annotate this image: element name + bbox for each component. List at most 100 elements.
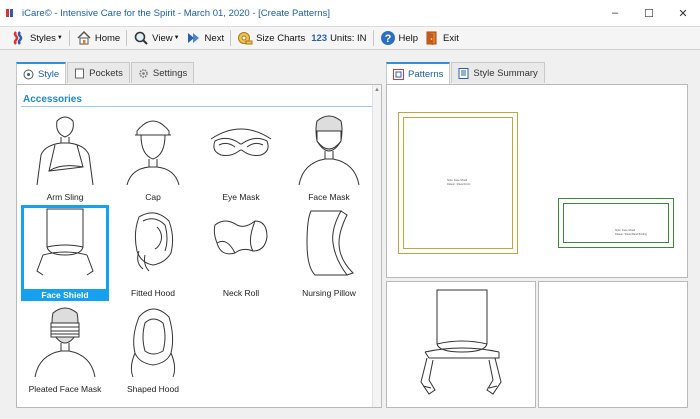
style-item-nursing-pillow[interactable]: Nursing Pillow	[285, 205, 373, 301]
style-item-label: Eye Mask	[222, 192, 260, 202]
exit-label: Exit	[443, 32, 459, 44]
arm-sling-icon	[36, 116, 94, 185]
style-preview-panel	[386, 281, 536, 408]
style-item-label: Fitted Hood	[131, 288, 175, 298]
pattern-piece-note: Style: Face Shield	[615, 229, 636, 232]
minimize-button[interactable]: –	[598, 0, 632, 26]
toolbar-divider	[372, 30, 374, 46]
styles-label: Styles	[30, 32, 56, 44]
style-item-neck-roll[interactable]: Neck Roll	[197, 205, 285, 301]
tab-pockets[interactable]: Pockets	[67, 62, 130, 83]
units-button[interactable]: 123 Units: IN	[308, 27, 369, 49]
pattern-piece-note: Style: Face Shield	[447, 179, 468, 182]
shaped-hood-icon	[130, 308, 176, 377]
maximize-button[interactable]: ☐	[632, 0, 666, 26]
eye-mask-icon	[210, 128, 272, 156]
patterns-icon	[393, 68, 404, 80]
toolbar-divider	[68, 30, 70, 46]
chevron-down-icon: ▼	[173, 35, 180, 41]
style-item-label: Nursing Pillow	[302, 288, 356, 298]
style-item-cap[interactable]: Cap	[109, 109, 197, 205]
help-label: Help	[398, 32, 419, 44]
summary-document-icon	[458, 67, 469, 79]
magnifier-icon	[133, 30, 149, 46]
style-item-label: Arm Sling	[46, 192, 84, 202]
tab-pockets-label: Pockets	[89, 67, 123, 79]
style-item-label: Pleated Face Mask	[28, 384, 102, 394]
toolbar: Styles ▼ Home View ▼ Next Size Charts 123 …	[0, 26, 700, 50]
size-charts-label: Size Charts	[256, 32, 306, 44]
tab-settings[interactable]: Settings	[130, 62, 195, 83]
toolbar-divider	[126, 30, 128, 46]
pocket-icon	[74, 68, 85, 79]
style-item-eye-mask[interactable]: Eye Mask	[197, 109, 285, 205]
style-item-label: Shaped Hood	[127, 384, 179, 394]
pattern-piece-shield-front[interactable]: Style: Face Shield Pattern: Shield Front	[398, 112, 518, 254]
app-logo-icon	[6, 8, 16, 18]
tab-style-label: Style	[38, 68, 60, 80]
toolbar-divider	[230, 30, 232, 46]
cap-icon	[126, 120, 180, 185]
style-item-face-shield[interactable]: Face Shield	[21, 205, 109, 301]
gallery-scrollbar[interactable]: ▲	[372, 85, 381, 407]
fitted-hood-icon	[134, 212, 174, 272]
svg-text:?: ?	[384, 33, 391, 45]
style-item-face-mask[interactable]: Face Mask	[285, 109, 373, 205]
tape-measure-icon	[237, 30, 253, 46]
style-item-arm-sling[interactable]: Arm Sling	[21, 109, 109, 205]
left-tab-strip: Style Pockets Settings	[16, 62, 195, 84]
units-label: Units: IN	[330, 32, 367, 44]
pattern-layout-canvas[interactable]: Style: Face Shield Pattern: Shield Front…	[386, 84, 688, 278]
style-item-label: Face Shield	[21, 289, 109, 301]
help-button[interactable]: ? Help	[377, 27, 422, 49]
tab-patterns-label: Patterns	[408, 68, 444, 80]
title-bar: iCare© - Intensive Care for the Spirit -…	[0, 0, 700, 26]
tab-style-summary[interactable]: Style Summary	[451, 62, 545, 83]
pattern-piece-note: Pattern: Shield Front	[447, 183, 470, 186]
pattern-piece-inner-line	[563, 203, 669, 243]
style-item-pleated-face-mask[interactable]: Pleated Face Mask	[21, 301, 109, 397]
right-tab-strip: Patterns Style Summary	[386, 62, 546, 84]
next-button[interactable]: Next	[183, 27, 228, 49]
face-mask-icon	[298, 115, 360, 185]
tab-patterns[interactable]: Patterns	[386, 62, 451, 84]
exit-door-icon	[424, 30, 440, 46]
window-title: iCare© - Intensive Care for the Spirit -…	[22, 7, 330, 19]
style-item-label: Neck Roll	[222, 288, 260, 298]
chevron-down-icon: ▼	[56, 35, 63, 41]
style-item-fitted-hood[interactable]: Fitted Hood	[109, 205, 197, 301]
neck-roll-icon	[213, 220, 268, 255]
tab-style[interactable]: Style	[16, 62, 67, 84]
next-arrow-icon	[186, 30, 202, 46]
home-icon	[76, 30, 92, 46]
help-icon: ?	[380, 30, 396, 46]
secondary-preview-panel	[538, 281, 688, 408]
home-button[interactable]: Home	[73, 27, 123, 49]
pattern-piece-note: Pattern: Shield Band Binding	[615, 233, 647, 236]
styles-icon	[11, 30, 27, 46]
view-menu-button[interactable]: View ▼	[130, 27, 182, 49]
pleated-face-mask-icon	[34, 307, 96, 377]
gear-icon	[138, 68, 149, 79]
style-item-label: Face Mask	[308, 192, 350, 202]
face-shield-icon	[36, 208, 94, 276]
style-item-shaped-hood[interactable]: Shaped Hood	[109, 301, 197, 397]
face-shield-preview-icon	[420, 289, 502, 395]
home-label: Home	[94, 32, 121, 44]
styles-menu-button[interactable]: Styles ▼	[8, 27, 66, 49]
view-label: View	[152, 32, 173, 44]
size-charts-button[interactable]: Size Charts	[234, 27, 308, 49]
close-button[interactable]: ✕	[666, 0, 700, 26]
tab-settings-label: Settings	[152, 67, 188, 79]
pattern-piece-shield-band[interactable]: Style: Face Shield Pattern: Shield Band …	[558, 198, 674, 248]
nursing-pillow-icon	[306, 210, 354, 276]
style-gallery-panel: Accessories ▲ Arm Sling Cap Eye Mask Fac…	[16, 84, 382, 408]
style-tab-icon	[23, 69, 34, 80]
scroll-up-icon: ▲	[374, 87, 380, 93]
style-item-label: Cap	[145, 192, 161, 202]
next-label: Next	[204, 32, 225, 44]
exit-button[interactable]: Exit	[421, 27, 462, 49]
section-divider	[21, 106, 373, 107]
units-numbers-icon: 123	[311, 32, 328, 44]
section-title: Accessories	[23, 94, 82, 105]
